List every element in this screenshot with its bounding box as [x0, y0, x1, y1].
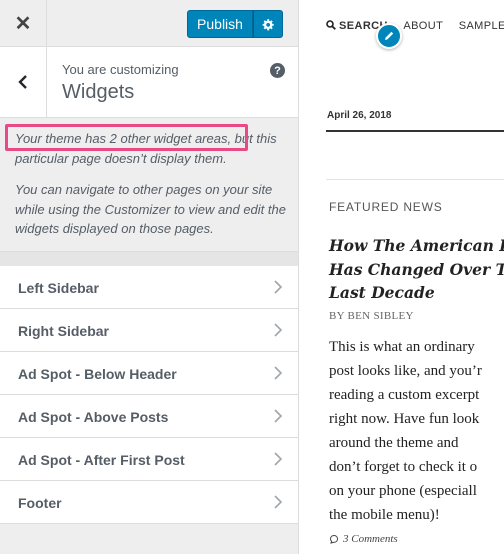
chevron-right-icon [274, 323, 283, 337]
excerpt-line: the mobile menu)! [329, 507, 440, 523]
widget-area-label: Ad Spot - Below Header [18, 366, 177, 382]
widget-area-ad-below-header[interactable]: Ad Spot - Below Header [0, 352, 298, 395]
section-header: You are customizing Widgets ? [0, 47, 298, 118]
chevron-right-icon [274, 452, 283, 466]
edit-shortcut-button[interactable] [376, 23, 402, 49]
widget-area-label: Right Sidebar [18, 323, 110, 339]
post-title[interactable]: How The American D Has Changed Over Th L… [329, 234, 504, 305]
widget-area-label: Ad Spot - After First Post [18, 452, 185, 468]
notice-line-navigate: You can navigate to other pages on your … [15, 182, 286, 236]
post-author: BY BEN SIBLEY [329, 310, 414, 322]
excerpt-line: on your phone (especiall [329, 483, 477, 499]
site-navigation: SEARCH ABOUT SAMPLE [326, 20, 504, 32]
excerpt-line: don’t forget to check it o [329, 459, 478, 475]
excerpt-line: around the theme and [329, 435, 459, 451]
post-category[interactable]: FEATURED NEWS [329, 200, 443, 214]
excerpt-line: This is what an ordinary [329, 339, 475, 355]
gear-icon [262, 18, 274, 30]
widget-area-label: Ad Spot - Above Posts [18, 409, 169, 425]
widget-area-left-sidebar[interactable]: Left Sidebar [0, 266, 298, 309]
nav-sample[interactable]: SAMPLE [459, 20, 504, 32]
widget-area-right-sidebar[interactable]: Right Sidebar [0, 309, 298, 352]
back-button[interactable] [0, 47, 47, 117]
close-button[interactable]: ✕ [0, 0, 47, 46]
customizer-header: ✕ Publish [0, 0, 298, 47]
site-preview: SEARCH ABOUT SAMPLE April 26, 2018 FEATU… [300, 0, 504, 554]
widget-area-label: Left Sidebar [18, 280, 99, 296]
excerpt-line: post looks like, and you’r [329, 363, 482, 379]
comment-icon [329, 534, 339, 544]
customizing-label: You are customizing [62, 62, 179, 77]
widget-area-list: Left Sidebar Right Sidebar Ad Spot - Bel… [0, 266, 298, 524]
section-separator [0, 251, 298, 266]
publish-settings-button[interactable] [253, 10, 283, 38]
section-title: Widgets [62, 81, 135, 103]
close-icon: ✕ [14, 12, 32, 35]
chevron-right-icon [274, 280, 283, 294]
comments-link[interactable]: 3 Comments [329, 533, 398, 545]
post-title-line: Last Decade [329, 283, 435, 302]
chevron-right-icon [274, 366, 283, 380]
highlight-box [5, 124, 248, 151]
widget-area-footer[interactable]: Footer [0, 481, 298, 524]
pencil-icon [385, 31, 394, 40]
comments-count: 3 Comments [343, 533, 398, 545]
search-icon [326, 20, 336, 30]
post-date: April 26, 2018 [327, 110, 392, 121]
chevron-left-icon [18, 75, 27, 89]
publish-button[interactable]: Publish [187, 10, 253, 38]
chevron-right-icon [274, 409, 283, 423]
customizer-panel: ✕ Publish You are customizing Widgets ? … [0, 0, 299, 554]
post-title-line: Has Changed Over Th [329, 259, 504, 279]
widget-area-label: Footer [18, 495, 62, 511]
divider [326, 179, 504, 180]
widget-area-ad-above-posts[interactable]: Ad Spot - Above Posts [0, 395, 298, 438]
divider [326, 130, 504, 132]
post-excerpt: This is what an ordinary post looks like… [329, 335, 504, 527]
excerpt-line: reading a custom excerpt [329, 387, 480, 403]
help-icon[interactable]: ? [270, 63, 285, 78]
post-title-line: How The American D [329, 236, 504, 255]
widget-area-ad-after-first-post[interactable]: Ad Spot - After First Post [0, 438, 298, 481]
chevron-right-icon [274, 495, 283, 509]
excerpt-line: right now. Have fun look [329, 411, 480, 427]
nav-about[interactable]: ABOUT [403, 20, 443, 32]
